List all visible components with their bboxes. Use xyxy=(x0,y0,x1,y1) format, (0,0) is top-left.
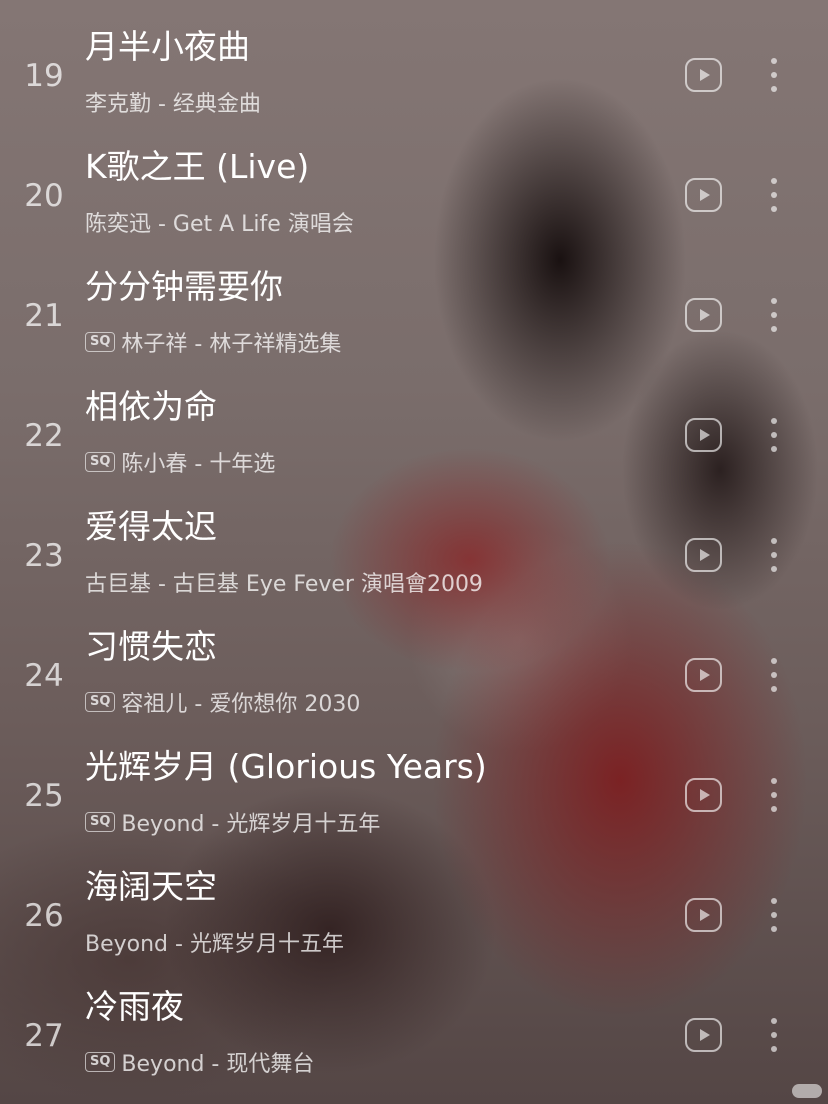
track-number: 23 xyxy=(24,538,64,574)
song-row[interactable]: 19 月半小夜曲 李克勤 - 经典金曲 xyxy=(0,8,828,128)
artist-album: 李克勤 - 经典金曲 xyxy=(85,92,261,117)
play-video-icon[interactable] xyxy=(685,1018,722,1052)
song-title[interactable]: 相依为命 xyxy=(85,380,217,428)
track-number: 20 xyxy=(24,178,64,214)
song-subtitle: SQ 陈小春 - 十年选 xyxy=(85,448,276,477)
more-vertical-icon[interactable] xyxy=(759,658,789,692)
watermark-logo xyxy=(792,1084,822,1098)
play-video-icon[interactable] xyxy=(685,898,722,932)
play-video-icon[interactable] xyxy=(685,58,722,92)
track-number: 21 xyxy=(24,298,64,334)
song-title[interactable]: 爱得太迟 xyxy=(85,500,217,548)
song-subtitle: Beyond - 光辉岁月十五年 xyxy=(85,928,344,957)
more-vertical-icon[interactable] xyxy=(759,418,789,452)
more-vertical-icon[interactable] xyxy=(759,778,789,812)
artist-album: 林子祥 - 林子祥精选集 xyxy=(121,332,342,357)
song-subtitle: SQ 容祖儿 - 爱你想你 2030 xyxy=(85,688,361,717)
play-video-icon[interactable] xyxy=(685,178,722,212)
song-subtitle: SQ Beyond - 现代舞台 xyxy=(85,1048,315,1077)
sq-badge: SQ xyxy=(85,332,116,352)
more-vertical-icon[interactable] xyxy=(759,1018,789,1052)
song-subtitle: 李克勤 - 经典金曲 xyxy=(85,88,261,117)
sq-badge: SQ xyxy=(85,812,116,832)
song-title[interactable]: 冷雨夜 xyxy=(85,980,184,1028)
play-video-icon[interactable] xyxy=(685,298,722,332)
artist-album: Beyond - 现代舞台 xyxy=(121,1052,315,1077)
song-list: 19 月半小夜曲 李克勤 - 经典金曲 20 K歌之王 (Live) 陈奕迅 -… xyxy=(0,0,828,1104)
track-number: 22 xyxy=(24,418,64,454)
more-vertical-icon[interactable] xyxy=(759,898,789,932)
song-title[interactable]: 海阔天空 xyxy=(85,860,217,908)
song-row[interactable]: 24 习惯失恋 SQ 容祖儿 - 爱你想你 2030 xyxy=(0,608,828,728)
more-vertical-icon[interactable] xyxy=(759,298,789,332)
song-subtitle: SQ 林子祥 - 林子祥精选集 xyxy=(85,328,342,357)
song-row[interactable]: 20 K歌之王 (Live) 陈奕迅 - Get A Life 演唱会 xyxy=(0,128,828,248)
song-row[interactable]: 21 分分钟需要你 SQ 林子祥 - 林子祥精选集 xyxy=(0,248,828,368)
song-title[interactable]: 月半小夜曲 xyxy=(85,20,250,68)
track-number: 26 xyxy=(24,898,64,934)
artist-album: 古巨基 - 古巨基 Eye Fever 演唱會2009 xyxy=(85,572,483,597)
song-title[interactable]: K歌之王 (Live) xyxy=(85,140,309,188)
sq-badge: SQ xyxy=(85,452,116,472)
song-title[interactable]: 分分钟需要你 xyxy=(85,260,283,308)
song-subtitle: 古巨基 - 古巨基 Eye Fever 演唱會2009 xyxy=(85,568,483,597)
more-vertical-icon[interactable] xyxy=(759,58,789,92)
artist-album: 陈奕迅 - Get A Life 演唱会 xyxy=(85,212,354,237)
artist-album: Beyond - 光辉岁月十五年 xyxy=(85,932,344,957)
artist-album: 容祖儿 - 爱你想你 2030 xyxy=(121,692,361,717)
song-row[interactable]: 26 海阔天空 Beyond - 光辉岁月十五年 xyxy=(0,848,828,968)
song-row[interactable]: 22 相依为命 SQ 陈小春 - 十年选 xyxy=(0,368,828,488)
track-number: 24 xyxy=(24,658,64,694)
play-video-icon[interactable] xyxy=(685,778,722,812)
track-number: 27 xyxy=(24,1018,64,1054)
more-vertical-icon[interactable] xyxy=(759,538,789,572)
play-video-icon[interactable] xyxy=(685,658,722,692)
song-row[interactable]: 23 爱得太迟 古巨基 - 古巨基 Eye Fever 演唱會2009 xyxy=(0,488,828,608)
artist-album: 陈小春 - 十年选 xyxy=(121,452,276,477)
song-subtitle: SQ Beyond - 光辉岁月十五年 xyxy=(85,808,381,837)
song-title[interactable]: 习惯失恋 xyxy=(85,620,217,668)
more-vertical-icon[interactable] xyxy=(759,178,789,212)
play-video-icon[interactable] xyxy=(685,538,722,572)
song-row[interactable]: 25 光辉岁月 (Glorious Years) SQ Beyond - 光辉岁… xyxy=(0,728,828,848)
song-subtitle: 陈奕迅 - Get A Life 演唱会 xyxy=(85,208,354,237)
sq-badge: SQ xyxy=(85,1052,116,1072)
song-title[interactable]: 光辉岁月 (Glorious Years) xyxy=(85,740,487,788)
song-row[interactable]: 27 冷雨夜 SQ Beyond - 现代舞台 xyxy=(0,968,828,1088)
track-number: 19 xyxy=(24,58,64,94)
sq-badge: SQ xyxy=(85,692,116,712)
play-video-icon[interactable] xyxy=(685,418,722,452)
artist-album: Beyond - 光辉岁月十五年 xyxy=(121,812,381,837)
track-number: 25 xyxy=(24,778,64,814)
